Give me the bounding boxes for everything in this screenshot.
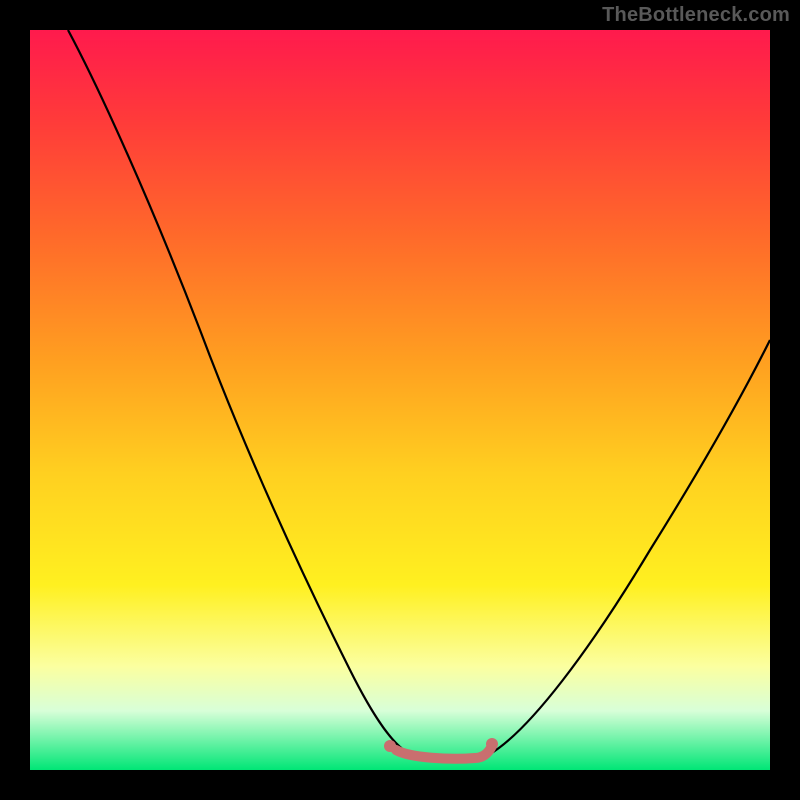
plot-area: [30, 30, 770, 770]
right-dot-icon: [486, 738, 498, 750]
bottom-segment: [396, 746, 492, 759]
left-dot-icon: [384, 740, 396, 752]
left-curve: [68, 30, 410, 754]
right-curve: [490, 340, 770, 754]
attribution-text: TheBottleneck.com: [602, 4, 790, 27]
curves-svg: [30, 30, 770, 770]
chart-frame: TheBottleneck.com: [0, 0, 800, 800]
